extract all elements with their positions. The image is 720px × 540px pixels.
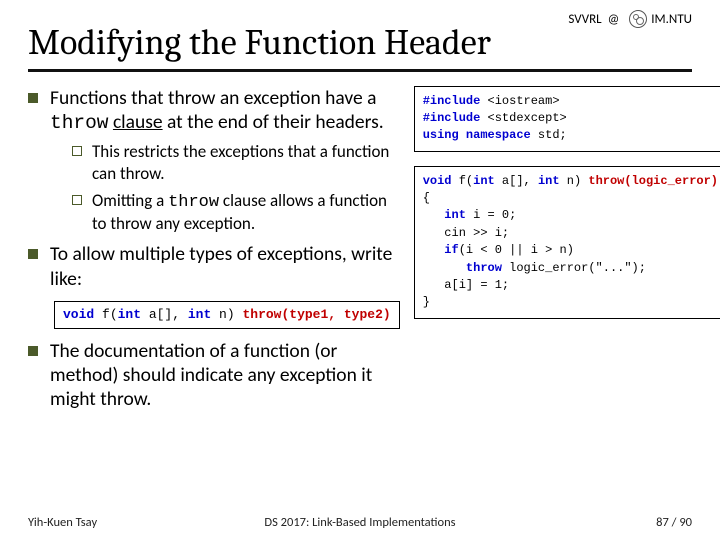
code: { bbox=[423, 191, 430, 205]
bullet-2: To allow multiple types of exceptions, w… bbox=[28, 242, 400, 291]
slide-footer: Yih-Kuen Tsay DS 2017: Link-Based Implem… bbox=[0, 515, 720, 530]
bullet-list: Functions that throw an exception have a… bbox=[28, 86, 400, 292]
code-inline-box: void f(int a[], int n) throw(type1, type… bbox=[54, 301, 400, 329]
code-throw: throw bbox=[168, 193, 219, 212]
code: a[], bbox=[495, 174, 538, 188]
code: } bbox=[423, 295, 430, 309]
code: (i < 0 || i > n) bbox=[459, 243, 574, 257]
code: n) bbox=[560, 174, 589, 188]
page-current: 87 bbox=[656, 515, 669, 530]
code: a[i] = 1; bbox=[423, 278, 509, 292]
sub-bullet-1: This restricts the exceptions that a fun… bbox=[50, 141, 400, 184]
kw: int bbox=[188, 307, 211, 322]
slide-content: Functions that throw an exception have a… bbox=[28, 86, 692, 420]
kw: throw bbox=[423, 261, 502, 275]
throw-clause: throw(logic_error) bbox=[588, 174, 718, 188]
header-right: IM.NTU bbox=[651, 12, 692, 27]
text: at the end of their headers. bbox=[163, 110, 384, 134]
code: std; bbox=[538, 128, 567, 142]
content-right: #include <iostream> #include <stdexcept>… bbox=[414, 86, 720, 420]
throw-clause: throw(type1, type2) bbox=[242, 307, 390, 322]
text: Functions that throw an exception have a bbox=[50, 86, 376, 110]
kw: int bbox=[118, 307, 141, 322]
kw: int bbox=[538, 174, 560, 188]
page-total: 90 bbox=[679, 515, 692, 530]
text-underline: clause bbox=[113, 110, 163, 134]
code-function-box: void f(int a[], int n) throw(logic_error… bbox=[414, 166, 720, 319]
slide: SVVRL @ IM.NTU Modifying the Function He… bbox=[0, 0, 720, 540]
footer-author: Yih-Kuen Tsay bbox=[28, 515, 249, 530]
content-left: Functions that throw an exception have a… bbox=[28, 86, 400, 420]
code-throw: throw bbox=[50, 112, 109, 134]
sub-bullet-2: Omitting a throw clause allows a functio… bbox=[50, 190, 400, 235]
bullet-3: The documentation of a function (or meth… bbox=[28, 339, 400, 412]
kw: #include bbox=[423, 111, 488, 125]
kw: void bbox=[63, 307, 94, 322]
bullet-list-2: The documentation of a function (or meth… bbox=[28, 339, 400, 412]
code: cin >> i; bbox=[423, 226, 509, 240]
code: <iostream> bbox=[488, 94, 560, 108]
header-at: @ bbox=[608, 12, 620, 27]
code: <stdexcept> bbox=[488, 111, 567, 125]
sub-bullet-list: This restricts the exceptions that a fun… bbox=[50, 141, 400, 234]
kw: if bbox=[423, 243, 459, 257]
footer-page: 87 / 90 bbox=[471, 515, 692, 530]
kw: #include bbox=[423, 94, 488, 108]
title-rule bbox=[28, 69, 692, 72]
kw: void bbox=[423, 174, 452, 188]
kw: int bbox=[473, 174, 495, 188]
code: f( bbox=[94, 307, 117, 322]
code-includes-box: #include <iostream> #include <stdexcept>… bbox=[414, 86, 720, 152]
code: logic_error("..."); bbox=[502, 261, 646, 275]
header-left: SVVRL bbox=[568, 12, 601, 27]
code: a[], bbox=[141, 307, 188, 322]
bullet-1: Functions that throw an exception have a… bbox=[28, 86, 400, 235]
footer-course: DS 2017: Link-Based Implementations bbox=[249, 515, 470, 530]
code: i = 0; bbox=[466, 208, 516, 222]
slide-title: Modifying the Function Header bbox=[28, 22, 692, 63]
page-sep: / bbox=[669, 515, 679, 530]
text: Omitting a bbox=[92, 190, 168, 211]
kw: int bbox=[423, 208, 466, 222]
code: n) bbox=[211, 307, 242, 322]
kw: using namespace bbox=[423, 128, 538, 142]
code: f( bbox=[452, 174, 474, 188]
